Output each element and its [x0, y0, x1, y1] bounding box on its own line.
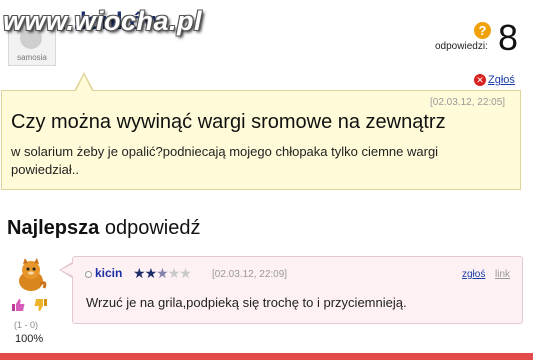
- answer-permalink[interactable]: link: [495, 269, 510, 280]
- answer-date: [02.03.12, 22:09]: [212, 269, 288, 280]
- vote-count: (1 - 0): [14, 320, 39, 330]
- question-icon: ?: [474, 22, 491, 39]
- report-answer-link[interactable]: zgłoś: [462, 269, 485, 280]
- question-bubble-tail-inner: [76, 75, 92, 91]
- vote-percent: 100%: [15, 333, 44, 345]
- answers-label: odpowiedzi:: [435, 41, 488, 52]
- star-icon: ★: [133, 265, 146, 281]
- question-body: w solarium żeby je opalić?podniecają moj…: [11, 144, 439, 177]
- answer-username[interactable]: kicin: [95, 266, 122, 280]
- thumbs-up-icon[interactable]: [11, 298, 25, 312]
- star-icon: ★: [179, 265, 192, 281]
- watermark-text: www.wiocha.pl: [3, 6, 203, 36]
- question-title: Czy można wywinąć wargi sromowe na zewną…: [11, 111, 446, 133]
- thumbs-down-icon[interactable]: [34, 298, 48, 312]
- answers-count: 8: [498, 17, 519, 58]
- avatar-caption: samosia: [17, 53, 47, 62]
- best-answer-heading-bold: Najlepsza: [7, 217, 100, 239]
- answer-bubble-tail-inner: [61, 264, 73, 276]
- star-icon: ★: [144, 265, 158, 281]
- best-answer-heading-rest: odpowiedź: [99, 217, 201, 239]
- next-section-border: [0, 353, 533, 360]
- report-question-button[interactable]: ✕ Zgłoś: [474, 74, 515, 87]
- star-icon: ★: [167, 265, 181, 281]
- answer-text: Wrzuć je na grila,podpieką się trochę to…: [86, 295, 407, 310]
- best-answer-heading: Najlepsza odpowiedź: [7, 217, 200, 240]
- report-x-icon: ✕: [474, 74, 486, 87]
- user-rating: ★★★★★: [133, 265, 192, 282]
- question-date: [02.03.12, 22:05]: [430, 97, 506, 108]
- cat-avatar[interactable]: [14, 258, 48, 292]
- report-label: Zgłoś: [488, 74, 515, 87]
- online-dot-icon: [85, 271, 92, 278]
- star-icon: ★: [156, 265, 169, 281]
